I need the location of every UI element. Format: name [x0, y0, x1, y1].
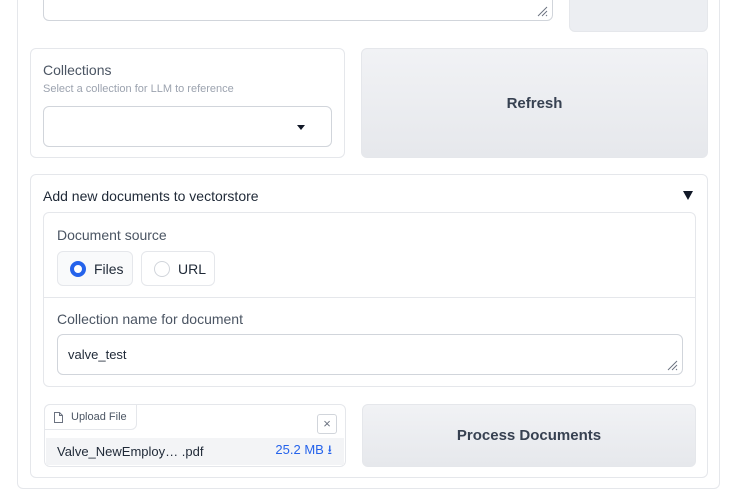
top-textarea[interactable]	[43, 0, 553, 21]
radio-url[interactable]: URL	[141, 251, 215, 286]
collections-label: Collections	[43, 62, 112, 78]
caret-down-icon	[297, 125, 305, 130]
resize-grip-icon[interactable]	[536, 5, 548, 17]
radio-files-label: Files	[94, 260, 124, 277]
divider	[44, 297, 695, 298]
radio-url-label: URL	[178, 260, 207, 277]
collapse-arrow-icon[interactable]	[683, 191, 693, 200]
collection-name-label: Collection name for document	[57, 311, 243, 327]
upload-file-label: Upload File	[71, 411, 127, 423]
document-source-label: Document source	[57, 227, 167, 243]
process-documents-button[interactable]: Process Documents	[362, 404, 696, 467]
document-options-box: Document source Files URL Collection nam…	[43, 212, 696, 387]
upload-file-tag: Upload File	[44, 404, 137, 430]
file-upload[interactable]: Upload File × Valve_NewEmploy… .pdf 25.2…	[44, 404, 346, 467]
file-icon	[54, 411, 63, 423]
collections-info: Select a collection for LLM to reference	[43, 83, 234, 95]
file-size-download-link[interactable]: 25.2 MB ⭳	[275, 441, 332, 463]
clear-upload-button[interactable]: ×	[317, 414, 337, 434]
accordion-title[interactable]: Add new documents to vectorstore	[43, 188, 259, 204]
resize-grip-icon[interactable]	[666, 359, 678, 371]
radio-unchecked-icon	[154, 260, 170, 277]
radio-checked-icon	[70, 260, 86, 277]
collection-name-input[interactable]: valve_test	[57, 334, 683, 375]
top-button[interactable]	[569, 0, 708, 32]
uploaded-file-row: Valve_NewEmploy… .pdf 25.2 MB ⭳	[46, 438, 344, 465]
add-documents-accordion: Add new documents to vectorstore Documen…	[30, 174, 708, 478]
collection-name-value: valve_test	[68, 347, 127, 362]
refresh-button[interactable]: Refresh	[361, 48, 708, 158]
collections-card: Collections Select a collection for LLM …	[30, 48, 345, 158]
radio-files[interactable]: Files	[57, 251, 133, 286]
file-name: Valve_NewEmploy… .pdf	[57, 444, 204, 459]
collections-dropdown[interactable]	[43, 106, 332, 147]
